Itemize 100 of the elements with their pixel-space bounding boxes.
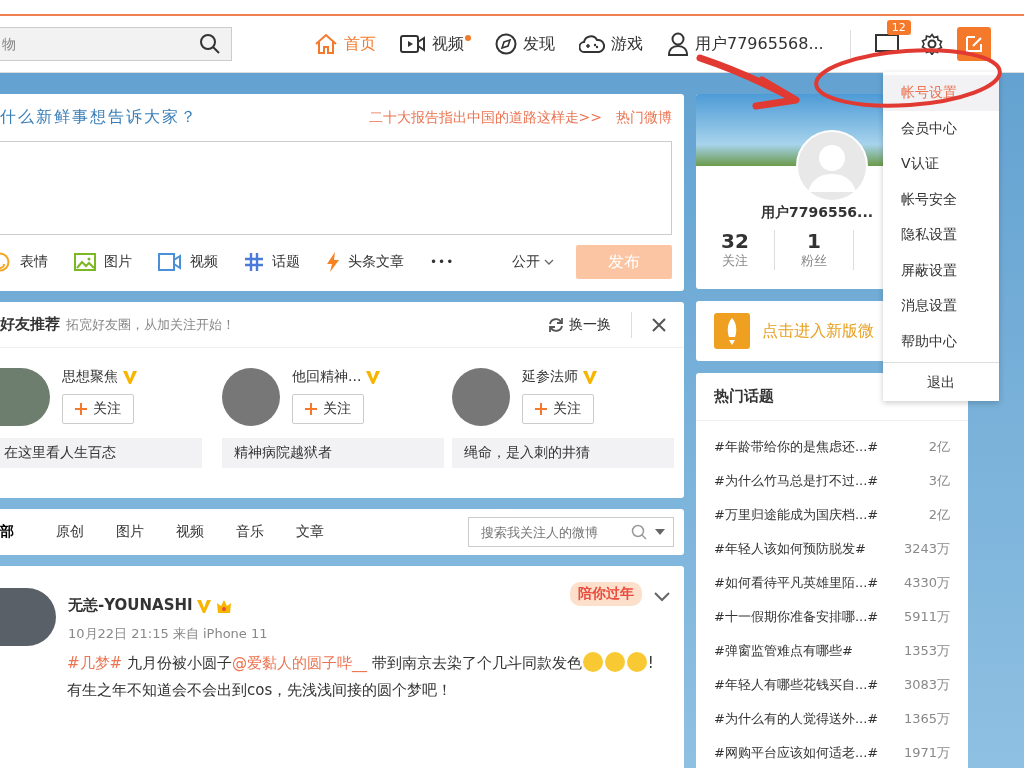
stat-label: 关注 — [722, 252, 748, 270]
chevron-down-icon[interactable] — [654, 592, 670, 602]
topic-link[interactable]: #年龄带给你的是焦虑还...# — [714, 438, 879, 456]
avatar-placeholder — [222, 368, 280, 426]
chevron-down-icon — [544, 258, 554, 266]
composer-tool[interactable]: 头条文章 — [326, 251, 404, 273]
post-text: 九月份被小圆子 — [125, 654, 232, 672]
feed-search-field[interactable]: 搜索我关注人的微博 — [468, 517, 674, 547]
section-subtitle: 拓宽好友圈，从加关注开始！ — [66, 315, 235, 334]
topic-count: 2亿 — [928, 438, 950, 456]
profile-name[interactable]: 用户7796556... — [760, 204, 874, 222]
section-title: 好友推荐 — [0, 315, 60, 334]
topic-count: 3083万 — [903, 676, 950, 694]
rocket-icon — [714, 313, 750, 349]
new-year-sticker: 陪你过年 — [570, 582, 642, 606]
message-count-badge: 12 — [886, 20, 911, 35]
avatar-placeholder — [0, 368, 50, 426]
plus-icon — [535, 403, 547, 415]
feed-tab[interactable]: 部 — [0, 523, 14, 541]
topic-count: 5911万 — [903, 608, 950, 626]
topic-link[interactable]: #如何看待平凡英雄里陌...# — [714, 574, 879, 592]
close-icon[interactable] — [652, 317, 666, 332]
topic-link[interactable]: #网购平台应该如何适老...# — [714, 744, 879, 762]
composer-prompt: 什么新鲜事想告诉大家？ — [0, 107, 198, 128]
lightning-icon — [326, 251, 340, 273]
person-icon — [667, 32, 689, 56]
house-icon — [314, 33, 338, 55]
feed-tab[interactable]: 视频 — [176, 523, 204, 541]
post-text: 带到南京去染了个几斗同款发色 — [370, 654, 582, 672]
feed-tab[interactable]: 原创 — [56, 523, 84, 541]
follow-button[interactable]: 关注 — [62, 394, 134, 424]
menu-item[interactable]: 帐号安全 — [883, 181, 999, 217]
menu-item[interactable]: 会员中心 — [883, 110, 999, 146]
compass-icon — [495, 33, 517, 55]
post-input[interactable] — [0, 141, 672, 235]
stat-value[interactable]: 32 — [721, 230, 749, 252]
search-field[interactable]: 物 — [0, 27, 232, 61]
feed-tab[interactable]: 音乐 — [236, 523, 264, 541]
nav-link[interactable]: 视频 — [400, 32, 471, 56]
user-bio: 精神病院越狱者 — [222, 438, 444, 468]
visibility-dropdown[interactable]: 公开 — [512, 253, 554, 271]
hashtag-icon — [244, 252, 264, 272]
user-bio: 在这里看人生百态 — [0, 438, 202, 468]
topic-count: 4330万 — [903, 574, 950, 592]
composer-tool[interactable]: ••• — [430, 255, 455, 269]
composer-tool[interactable]: 图片 — [74, 253, 132, 271]
menu-item[interactable]: 屏蔽设置 — [883, 252, 999, 288]
refresh-link[interactable]: 换一换 — [548, 315, 611, 334]
topic-link[interactable]: #十一假期你准备安排哪...# — [714, 608, 879, 626]
user-menu-link[interactable]: 用户77965568... — [667, 32, 824, 56]
search-icon — [631, 524, 647, 540]
refresh-icon — [548, 316, 564, 333]
user-name: 思想聚焦 — [62, 368, 118, 386]
feed-tab[interactable]: 文章 — [296, 523, 324, 541]
post-text: 有生之年不知道会不会出到cos，先浅浅间接的圆个梦吧！ — [67, 681, 453, 699]
search-icon — [199, 33, 221, 55]
author-name[interactable]: 无恙-YOUNASHI — [68, 596, 193, 615]
topic-count: 3亿 — [928, 472, 950, 490]
topic-count: 1971万 — [903, 744, 950, 762]
settings-icon[interactable] — [920, 33, 943, 55]
search-input[interactable]: 物 — [0, 35, 199, 53]
avatar-placeholder — [0, 588, 56, 646]
post-text: ! — [647, 654, 654, 672]
feed-tab[interactable]: 图片 — [116, 523, 144, 541]
cloud-gamepad-icon — [579, 34, 605, 54]
topic-link[interactable]: #万里归途能成为国庆档...# — [714, 506, 879, 524]
topic-count: 1365万 — [903, 710, 950, 728]
topic-count: 2亿 — [928, 506, 950, 524]
topic-link[interactable]: #年轻人该如何预防脱发# — [714, 540, 866, 558]
follow-button[interactable]: 关注 — [522, 394, 594, 424]
nav-link[interactable]: 游戏 — [579, 32, 643, 56]
stat-label: 粉丝 — [801, 252, 827, 270]
menu-item[interactable]: 消息设置 — [883, 288, 999, 324]
topic-link[interactable]: #年轻人有哪些花钱买自...# — [714, 676, 879, 694]
image-icon — [74, 253, 96, 271]
dropdown-triangle-icon — [655, 529, 665, 535]
menu-item[interactable]: 隐私设置 — [883, 217, 999, 253]
topic-link[interactable]: #弹窗监管难点有哪些# — [714, 642, 853, 660]
composer-tool[interactable]: 话题 — [244, 252, 300, 272]
avatar-placeholder — [452, 368, 510, 426]
video-camera-icon — [400, 34, 426, 54]
user-name: 他回精神... — [292, 368, 362, 386]
topic-count: 1353万 — [903, 642, 950, 660]
topic-link[interactable]: #为什么竹马总是打不过...# — [714, 472, 879, 490]
nav-link[interactable]: 发现 — [495, 32, 555, 56]
user-name: 延参法师 — [522, 368, 578, 386]
smiley-icon — [0, 252, 12, 272]
plus-icon — [75, 403, 87, 415]
stat-value[interactable]: 1 — [807, 230, 821, 252]
menu-item[interactable]: V认证 — [883, 146, 999, 182]
post-time-source: 10月22日 21:15 来自 iPhone 11 — [68, 625, 268, 643]
composer-tool[interactable]: 视频 — [158, 253, 218, 271]
composer-tool[interactable]: 表情 — [0, 252, 48, 272]
menu-item[interactable]: 帮助中心 — [883, 323, 999, 359]
message-icon[interactable] — [874, 34, 899, 54]
user-bio: 绳命，是入刺的井猜 — [452, 438, 674, 468]
plus-icon — [305, 403, 317, 415]
topic-count: 3243万 — [903, 540, 950, 558]
follow-button[interactable]: 关注 — [292, 394, 364, 424]
topic-link[interactable]: #为什么有的人觉得送外...# — [714, 710, 879, 728]
